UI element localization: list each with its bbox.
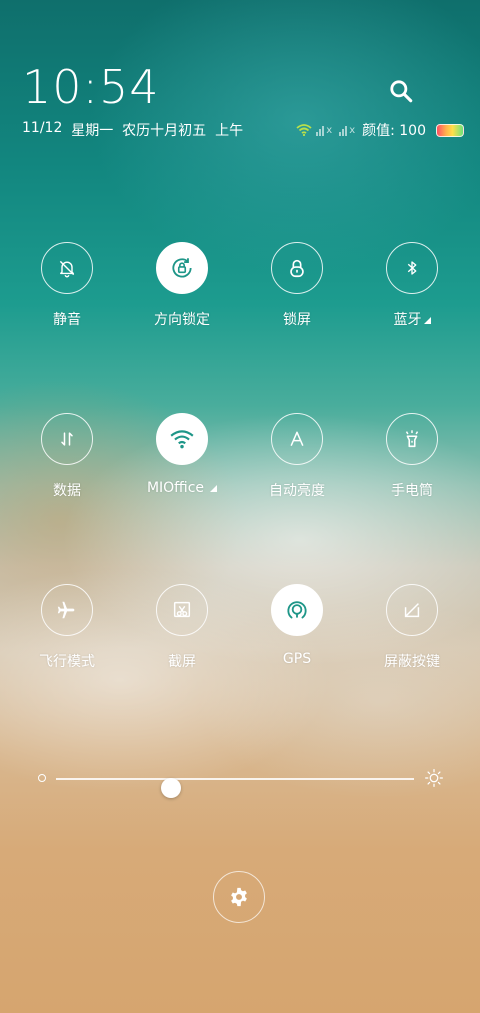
brightness-max-icon (425, 769, 443, 787)
toggle-airplane-button[interactable] (41, 584, 93, 636)
toggle-flashlight[interactable]: 手电筒 (357, 413, 467, 500)
toggle-airplane[interactable]: 飞行模式 (12, 584, 122, 671)
brightness-thumb[interactable] (160, 778, 181, 798)
block-buttons-icon (404, 603, 420, 618)
toggle-wifi[interactable]: MIOffice (127, 413, 237, 496)
battery-label: 颜值: 100 (362, 123, 426, 139)
signal-icon: x (316, 124, 332, 136)
toggle-label: 锁屏 (283, 312, 311, 328)
brightness-min-icon (38, 774, 46, 782)
settings-button[interactable] (213, 871, 265, 923)
toggle-screenshot-button[interactable] (156, 584, 208, 636)
toggle-mute[interactable]: 静音 (12, 242, 122, 329)
expand-arrow-icon[interactable] (423, 317, 431, 324)
lunar-date: 农历十月初五 (122, 123, 207, 139)
battery-icon (436, 123, 464, 137)
toggle-label: 截屏 (168, 654, 196, 670)
status-indicators: x x 颜值: 100 (296, 120, 464, 140)
toggle-bluetooth[interactable]: 蓝牙 (357, 242, 467, 329)
toggle-rotation-lock-button[interactable] (156, 242, 208, 294)
toggle-label: 屏蔽按键 (384, 654, 440, 670)
toggle-block-buttons-button[interactable] (386, 584, 438, 636)
bell-off-icon (59, 260, 75, 278)
toggle-mute-button[interactable] (41, 242, 93, 294)
toggle-rotation-lock[interactable]: 方向锁定 (127, 242, 237, 329)
toggle-auto-brightness-button[interactable] (271, 413, 323, 465)
toggle-gps-button[interactable] (271, 584, 323, 636)
wifi-status-icon (296, 124, 312, 136)
data-arrows-icon (61, 432, 73, 446)
toggle-label: GPS (282, 651, 312, 667)
toggle-lock-screen-button[interactable] (271, 242, 323, 294)
toggle-gps[interactable]: GPS (242, 584, 352, 667)
gps-icon (287, 601, 307, 619)
toggle-block-buttons[interactable]: 屏蔽按键 (357, 584, 467, 671)
flashlight-icon (405, 430, 419, 448)
toggle-data[interactable]: 数据 (12, 413, 122, 500)
wifi-icon (170, 430, 194, 449)
toggle-label: 数据 (53, 483, 81, 499)
toggle-wifi-button[interactable] (156, 413, 208, 465)
brightness-track[interactable] (56, 778, 414, 798)
toggle-label: 方向锁定 (154, 312, 210, 328)
toggle-auto-brightness[interactable]: 自动亮度 (242, 413, 352, 500)
toggle-label: 手电筒 (391, 483, 433, 499)
toggle-label-wrap: 蓝牙 (357, 309, 467, 329)
toggle-label: 蓝牙 (393, 312, 422, 328)
toggle-label: 自动亮度 (269, 483, 325, 499)
weekday: 星期一 (71, 123, 114, 139)
screenshot-icon (173, 601, 191, 618)
toggle-label-wrap: MIOffice (127, 480, 237, 496)
auto-brightness-icon (290, 431, 304, 446)
toggle-lock-screen[interactable]: 锁屏 (242, 242, 352, 329)
date-line[interactable]: 11/12 星期一 农历十月初五 上午 (22, 120, 243, 140)
signal-icon-2: x (339, 124, 355, 136)
toggle-screenshot[interactable]: 截屏 (127, 584, 237, 671)
search-icon[interactable] (388, 78, 414, 104)
time-period: 上午 (215, 123, 244, 139)
lock-icon (290, 259, 304, 278)
date: 11/12 (22, 120, 63, 136)
clock[interactable]: 10:54 (22, 60, 160, 114)
bluetooth-icon (407, 261, 417, 275)
toggle-data-button[interactable] (41, 413, 93, 465)
toggle-label: 飞行模式 (39, 654, 95, 670)
gear-icon (231, 887, 247, 907)
toggle-label: 静音 (53, 312, 81, 328)
rotation-lock-icon (172, 258, 192, 278)
airplane-icon (57, 601, 75, 619)
toggle-label: MIOffice (146, 480, 205, 496)
expand-arrow-icon[interactable] (210, 485, 218, 492)
toggle-flashlight-button[interactable] (386, 413, 438, 465)
brightness-slider[interactable] (38, 768, 443, 798)
toggle-bluetooth-button[interactable] (386, 242, 438, 294)
